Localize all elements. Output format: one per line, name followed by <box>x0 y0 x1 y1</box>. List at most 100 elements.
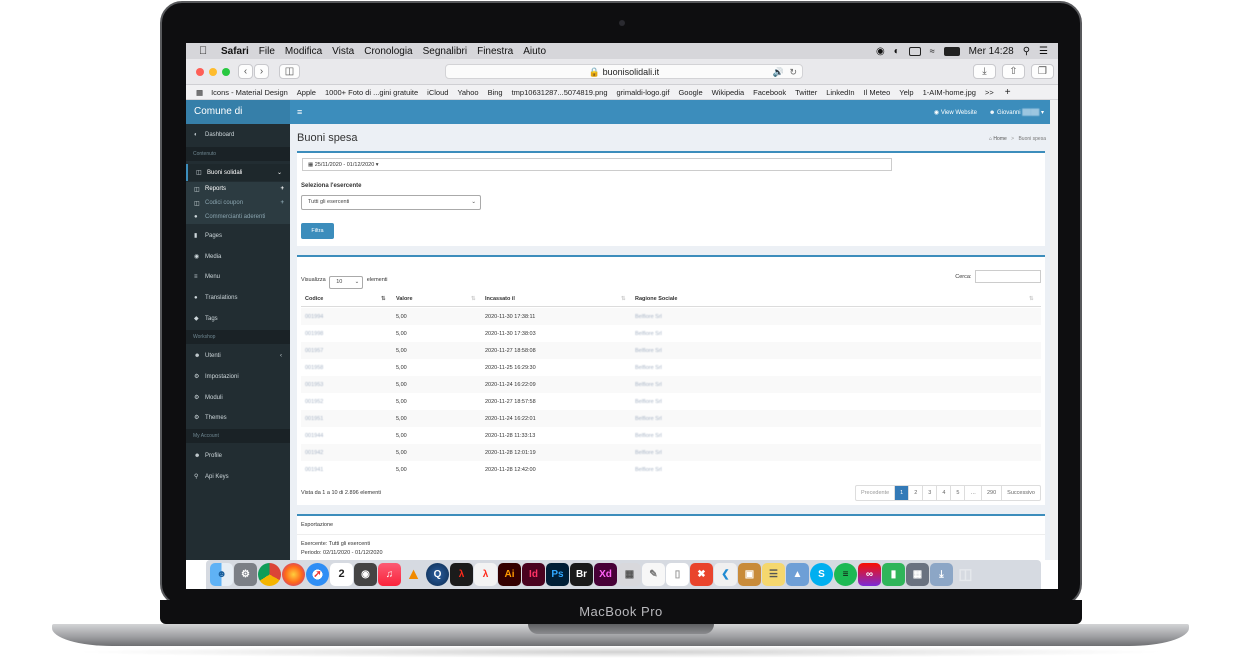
acrobat-icon[interactable]: λ <box>450 563 473 586</box>
numbers-icon[interactable]: ▮ <box>882 563 905 586</box>
sort-icon[interactable]: ⇅ <box>621 296 626 302</box>
fav-item[interactable]: Apple <box>297 88 316 97</box>
table-row[interactable]: 001994 5,00 2020-11-30 17:38:11 Belfiore Sr… <box>301 308 1041 325</box>
col-valore[interactable]: Valore <box>396 296 413 302</box>
creative-cloud-icon[interactable]: ◉ <box>876 46 885 57</box>
fav-item[interactable]: Facebook <box>753 88 786 97</box>
sidebar-item-buoni-solidali[interactable]: ◫ Buoni solidali ⌄ <box>186 164 290 181</box>
reload-icon[interactable]: ↻ <box>789 65 797 79</box>
menu-segnalibri[interactable]: Segnalibri <box>423 46 467 57</box>
pager-page-5[interactable]: 5 <box>951 486 966 500</box>
close-window-button[interactable] <box>196 68 204 76</box>
fav-item[interactable]: LinkedIn <box>826 88 854 97</box>
app-logo[interactable]: Comune di Pontedera <box>186 100 290 141</box>
chrome-icon[interactable] <box>258 563 281 586</box>
sort-icon[interactable]: ⇅ <box>1029 296 1034 302</box>
spotify-icon[interactable]: ≡ <box>834 563 857 586</box>
user-menu[interactable]: ☻ Giovanni ████ ▾ <box>989 109 1044 116</box>
sidebar-item-moduli[interactable]: ⚙ Moduli <box>186 390 290 405</box>
quicktime-icon[interactable]: Q <box>426 563 449 586</box>
control-center-icon[interactable]: ☰ <box>1039 46 1048 57</box>
menu-toggle-icon[interactable]: ≡ <box>297 107 302 117</box>
search-input[interactable] <box>975 270 1041 283</box>
fav-item[interactable]: tmp10631287...5074819.png <box>512 88 608 97</box>
pager-next[interactable]: Successivo <box>1002 486 1040 500</box>
plus-icon[interactable]: + <box>280 200 284 206</box>
fav-item[interactable]: Yahoo <box>457 88 478 97</box>
page-scrollbar[interactable] <box>1050 100 1058 560</box>
pager-page-4[interactable]: 4 <box>937 486 952 500</box>
table-row[interactable]: 001942 5,00 2020-11-28 12:01:19 Belfiore Sr… <box>301 444 1041 461</box>
fav-item[interactable]: 1-AIM-home.jpg <box>923 88 976 97</box>
sidebar-toggle-icon[interactable]: ◫ <box>279 64 300 79</box>
filtra-button[interactable]: Filtra <box>301 223 334 239</box>
sidebar-item-commercianti[interactable]: ● Commercianti aderenti <box>186 210 290 224</box>
safari-icon[interactable]: ➚ <box>306 563 329 586</box>
menu-cronologia[interactable]: Cronologia <box>364 46 412 57</box>
display-icon[interactable] <box>908 46 921 56</box>
sidebar-item-media[interactable]: ◉ Media <box>186 249 290 264</box>
apple-icon[interactable]:  <box>199 45 211 57</box>
battery-icon[interactable] <box>943 46 960 56</box>
fav-more-button[interactable]: >> <box>985 88 994 97</box>
fav-item[interactable]: Icons - Material Design <box>211 88 288 97</box>
fav-item[interactable]: Wikipedia <box>712 88 745 97</box>
sidebar-item-menu[interactable]: ≡ Menu <box>186 269 290 284</box>
trash-icon[interactable]: ◫ <box>954 563 977 586</box>
sidebar-item-impostazioni[interactable]: ⚙ Impostazioni <box>186 369 290 384</box>
page-length-select[interactable]: 10 ⌄ <box>329 276 364 289</box>
table-row[interactable]: 001944 5,00 2020-11-28 11:33:13 Belfiore Sr… <box>301 427 1041 444</box>
new-tab-icon[interactable]: + <box>1005 87 1011 98</box>
fav-item[interactable]: Twitter <box>795 88 817 97</box>
preview-icon[interactable]: ▦ <box>618 563 641 586</box>
skype-icon[interactable]: S <box>810 563 833 586</box>
package-icon[interactable]: ▣ <box>738 563 761 586</box>
table-row[interactable]: 001958 5,00 2020-11-25 16:29:30 Belfiore Sr… <box>301 359 1041 376</box>
document-icon[interactable]: ▯ <box>666 563 689 586</box>
sidebar-item-codici-coupon[interactable]: ◫ Codici coupon + <box>186 196 290 210</box>
sidebar-item-tags[interactable]: ◆ Tags <box>186 311 290 326</box>
audio-icon[interactable]: 🔊 <box>773 65 784 79</box>
clock[interactable]: Mer 14:28 <box>969 46 1014 57</box>
back-button[interactable]: ‹ <box>238 64 253 79</box>
wifi-icon[interactable]: ≈ <box>930 46 935 56</box>
music-icon[interactable]: ♫ <box>378 563 401 586</box>
table-row[interactable]: 001941 5,00 2020-11-28 12:42:00 Belfiore Sr… <box>301 461 1041 478</box>
minimize-window-button[interactable] <box>209 68 217 76</box>
fav-item[interactable]: Il Meteo <box>864 88 891 97</box>
notes-icon[interactable]: ☰ <box>762 563 785 586</box>
fav-item[interactable]: 1000+ Foto di ...gini gratuite <box>325 88 418 97</box>
menu-modifica[interactable]: Modifica <box>285 46 322 57</box>
col-incassato[interactable]: Incassato il <box>485 296 515 302</box>
firefox-icon[interactable] <box>282 563 305 586</box>
sidebar-item-translations[interactable]: ● Translations <box>186 290 290 305</box>
calendar-icon[interactable]: 2 <box>330 563 353 586</box>
sidebar-item-reports[interactable]: ◫ Reports + <box>186 182 290 196</box>
fav-item[interactable]: grimaldi-logo.gif <box>617 88 670 97</box>
sidebar-item-utenti[interactable]: ☻ Utenti ‹ <box>186 348 290 363</box>
table-row[interactable]: 001998 5,00 2020-11-30 17:38:03 Belfiore Sr… <box>301 325 1041 342</box>
esercente-select[interactable]: Tutti gli esercenti ⌄ <box>301 195 481 210</box>
sort-icon[interactable]: ⇅ <box>471 296 476 302</box>
col-codice[interactable]: Codice <box>305 296 323 302</box>
menu-safari[interactable]: Safari <box>221 46 249 57</box>
fav-item[interactable]: Bing <box>488 88 503 97</box>
creative-cloud-icon[interactable]: ∞ <box>858 563 881 586</box>
fav-item[interactable]: Yelp <box>899 88 913 97</box>
plus-icon[interactable]: + <box>280 186 284 192</box>
col-ragione-sociale[interactable]: Ragione Sociale <box>635 296 678 302</box>
zoom-window-button[interactable] <box>222 68 230 76</box>
photos-folder-icon[interactable]: ▦ <box>906 563 929 586</box>
grid-icon[interactable]: ▦ <box>196 88 203 97</box>
pager-page-3[interactable]: 3 <box>923 486 938 500</box>
menu-vista[interactable]: Vista <box>332 46 354 57</box>
photoshop-icon[interactable]: Ps <box>546 563 569 586</box>
finder-icon[interactable]: ☻ <box>210 563 233 586</box>
spotlight-icon[interactable]: ⚲ <box>1023 46 1030 57</box>
sort-desc-icon[interactable]: ⇅ <box>381 296 386 302</box>
textedit-icon[interactable]: ✎ <box>642 563 665 586</box>
table-row[interactable]: 001957 5,00 2020-11-27 18:58:08 Belfiore Sr… <box>301 342 1041 359</box>
address-bar[interactable]: 🔒 buonisolidali.it 🔊 ↻ <box>445 64 803 79</box>
fav-item[interactable]: iCloud <box>427 88 448 97</box>
acrobat-reader-icon[interactable]: λ <box>474 563 497 586</box>
